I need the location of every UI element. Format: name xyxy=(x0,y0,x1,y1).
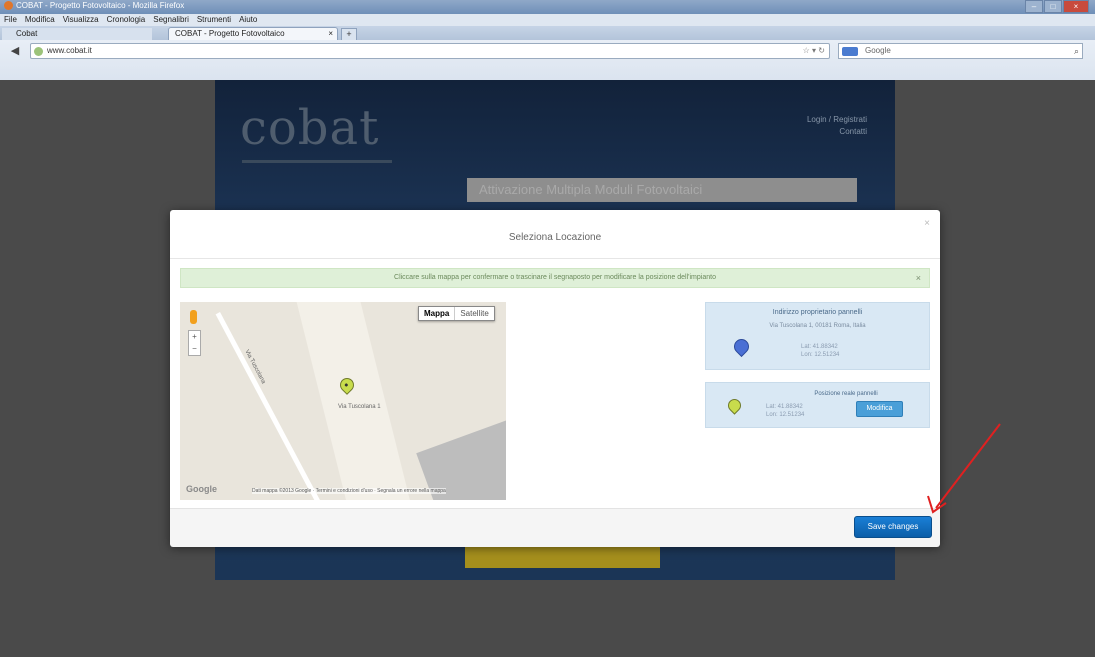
modal-close-icon[interactable]: × xyxy=(924,218,930,229)
window-title: COBAT - Progetto Fotovoltaico - Mozilla … xyxy=(4,1,185,11)
position-lon: Lon: 12.51234 xyxy=(766,412,805,418)
address-panel-title: Indirizzo proprietario pannelli xyxy=(772,309,863,316)
real-position-panel: Posizione reale pannelli Lat: 41.88342 L… xyxy=(705,382,930,428)
menu-file[interactable]: File xyxy=(4,14,17,26)
pegman-icon[interactable] xyxy=(190,310,197,324)
map-building xyxy=(416,412,506,500)
search-bar[interactable]: Google ⌕ xyxy=(838,43,1083,59)
menu-help[interactable]: Aiuto xyxy=(239,14,257,26)
edit-position-button[interactable]: Modifica xyxy=(856,401,903,417)
menu-edit[interactable]: Modifica xyxy=(25,14,55,26)
modal-divider xyxy=(170,258,940,259)
maximize-button[interactable]: □ xyxy=(1044,0,1062,13)
map-type-toggle: Mappa Satellite xyxy=(418,306,495,321)
firefox-icon xyxy=(4,1,13,11)
menu-bookmarks[interactable]: Segnalibri xyxy=(153,14,189,26)
map-attribution[interactable]: Dati mappa ©2013 Google · Termini e cond… xyxy=(252,488,446,494)
alert-text: Cliccare sulla mappa per confermare o tr… xyxy=(394,274,716,281)
map-canvas[interactable]: Via Tuscolana Mappa Satellite + − Via Tu… xyxy=(180,302,506,500)
contacts-link[interactable]: Contatti xyxy=(807,126,867,138)
footer-bar xyxy=(465,546,660,568)
info-alert: Cliccare sulla mappa per confermare o tr… xyxy=(180,268,930,288)
url-text: www.cobat.it xyxy=(47,46,92,55)
window-title-text: COBAT - Progetto Fotovoltaico - Mozilla … xyxy=(16,1,185,10)
yellow-marker-icon xyxy=(725,396,744,415)
map-place-label: Via Tuscolana 1 xyxy=(338,404,381,410)
search-placeholder: Google xyxy=(865,46,891,55)
tab-bar: Cobat COBAT - Progetto Fotovoltaico × + xyxy=(0,26,1095,41)
zoom-control: + − xyxy=(188,330,201,356)
position-panel-title: Posizione reale pannelli xyxy=(814,391,878,397)
minimize-button[interactable]: – xyxy=(1025,0,1043,13)
window-controls: – □ × xyxy=(1025,0,1089,13)
address-lon: Lon: 12.51234 xyxy=(801,352,840,358)
map-road xyxy=(294,302,418,500)
address-lat: Lat: 41.88342 xyxy=(801,344,838,350)
tab-cobat[interactable]: COBAT - Progetto Fotovoltaico × xyxy=(168,27,338,40)
menu-history[interactable]: Cronologia xyxy=(107,14,146,26)
position-lat: Lat: 41.88342 xyxy=(766,404,803,410)
save-changes-button[interactable]: Save changes xyxy=(854,516,932,538)
url-bar[interactable]: www.cobat.it ☆ ▾ ↻ xyxy=(30,43,830,59)
owner-address-panel: Indirizzo proprietario pannelli Via Tusc… xyxy=(705,302,930,370)
modal-footer xyxy=(170,508,940,547)
map-type-satellite[interactable]: Satellite xyxy=(455,307,493,320)
logo-underline xyxy=(242,160,392,163)
blue-marker-icon xyxy=(730,335,753,358)
google-logo: Google xyxy=(186,484,217,494)
site-login-links: Login / Registrati Contatti xyxy=(807,114,867,138)
tab-label: COBAT - Progetto Fotovoltaico xyxy=(175,29,285,38)
menu-bar: File Modifica Visualizza Cronologia Segn… xyxy=(0,14,1095,26)
site-logo: cobat xyxy=(240,100,380,156)
app-tab[interactable]: Cobat xyxy=(2,28,152,40)
menu-view[interactable]: Visualizza xyxy=(63,14,99,26)
close-window-button[interactable]: × xyxy=(1063,0,1089,13)
login-link[interactable]: Login / Registrati xyxy=(807,114,867,126)
search-engine-icon[interactable] xyxy=(842,47,858,56)
window-titlebar: COBAT - Progetto Fotovoltaico - Mozilla … xyxy=(0,0,1095,14)
zoom-out-button[interactable]: − xyxy=(189,343,200,355)
close-tab-icon[interactable]: × xyxy=(328,28,333,40)
back-button[interactable]: ◀ xyxy=(4,44,26,58)
map-type-map[interactable]: Mappa xyxy=(419,307,456,320)
location-modal: Seleziona Locazione × Cliccare sulla map… xyxy=(170,210,940,547)
navigation-bar: ◀ www.cobat.it ☆ ▾ ↻ Google ⌕ xyxy=(0,40,1095,80)
zoom-in-button[interactable]: + xyxy=(189,331,200,343)
alert-close-icon[interactable]: × xyxy=(916,269,921,287)
position-coordinates: Lat: 41.88342 Lon: 12.51234 xyxy=(766,403,804,419)
site-identity-icon[interactable] xyxy=(34,47,43,56)
page-heading: Attivazione Multipla Moduli Fotovoltaici xyxy=(467,178,857,202)
menu-tools[interactable]: Strumenti xyxy=(197,14,231,26)
owner-address: Via Tuscolana 1, 00181 Roma, Italia xyxy=(769,323,866,329)
modal-title: Seleziona Locazione xyxy=(508,232,602,243)
reload-icon[interactable]: ☆ ▾ ↻ xyxy=(803,44,825,58)
search-icon[interactable]: ⌕ xyxy=(1074,44,1079,58)
address-coordinates: Lat: 41.88342 Lon: 12.51234 xyxy=(801,343,839,359)
